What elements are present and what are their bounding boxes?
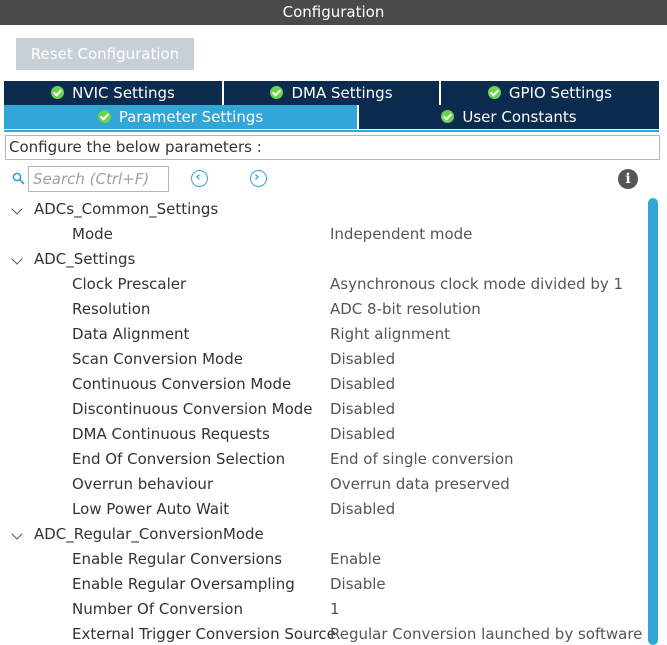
parameter-tree: ADCs_Common_Settings Mode Independent mo… xyxy=(0,197,645,645)
chevron-right-icon xyxy=(255,174,259,180)
param-row[interactable]: Mode Independent mode xyxy=(0,222,645,247)
search-icon xyxy=(12,172,25,185)
param-name: Discontinuous Conversion Mode xyxy=(72,400,313,418)
chevron-left-icon xyxy=(195,174,200,180)
param-row[interactable]: Scan Conversion Mode Disabled xyxy=(0,347,645,372)
param-row[interactable]: Low Power Auto Wait Disabled xyxy=(0,497,645,522)
search-input[interactable] xyxy=(28,166,169,192)
param-name: Enable Regular Oversampling xyxy=(72,575,295,593)
param-row[interactable]: Enable Regular Conversions Enable xyxy=(0,547,645,572)
tab-parameter-settings[interactable]: Parameter Settings xyxy=(4,105,359,129)
group-row[interactable]: ADC_Settings xyxy=(0,247,645,272)
check-icon xyxy=(270,86,284,99)
param-name: Resolution xyxy=(72,300,151,318)
param-row[interactable]: Overrun behaviour Overrun data preserved xyxy=(0,472,645,497)
param-value[interactable]: Disabled xyxy=(330,422,395,447)
tab-dma-settings[interactable]: DMA Settings xyxy=(224,81,441,105)
param-name: Enable Regular Conversions xyxy=(72,550,283,568)
param-row[interactable]: Discontinuous Conversion Mode Disabled xyxy=(0,397,645,422)
group-label: ADCs_Common_Settings xyxy=(34,200,219,218)
group-label: ADC_Regular_ConversionMode xyxy=(34,525,264,543)
configure-hint: Configure the below parameters : xyxy=(5,135,660,160)
param-row[interactable]: Data Alignment Right alignment xyxy=(0,322,645,347)
tab-label: NVIC Settings xyxy=(72,84,175,102)
param-value[interactable]: Disabled xyxy=(330,397,395,422)
tab-user-constants[interactable]: User Constants xyxy=(359,105,659,129)
tab-gpio-settings[interactable]: GPIO Settings xyxy=(441,81,659,105)
param-value[interactable]: Asynchronous clock mode divided by 1 xyxy=(330,272,623,297)
param-row[interactable]: Number Of Conversion 1 xyxy=(0,597,645,622)
param-name: Continuous Conversion Mode xyxy=(72,375,292,393)
param-name: Scan Conversion Mode xyxy=(72,350,243,368)
param-name: Data Alignment xyxy=(72,325,190,343)
param-value[interactable]: ADC 8-bit resolution xyxy=(330,297,481,322)
chevron-down-icon[interactable] xyxy=(11,253,23,265)
group-row[interactable]: ADC_Regular_ConversionMode xyxy=(0,522,645,547)
param-value[interactable]: Independent mode xyxy=(330,222,472,247)
param-name: Low Power Auto Wait xyxy=(72,500,230,518)
param-name: End Of Conversion Selection xyxy=(72,450,286,468)
param-row[interactable]: Clock Prescaler Asynchronous clock mode … xyxy=(0,272,645,297)
tab-label: DMA Settings xyxy=(291,84,393,102)
param-row[interactable]: External Trigger Conversion Source Regul… xyxy=(0,622,645,645)
param-value[interactable]: Right alignment xyxy=(330,322,450,347)
group-row[interactable]: ADCs_Common_Settings xyxy=(0,197,645,222)
tab-label: Parameter Settings xyxy=(118,108,264,126)
param-value[interactable]: 1 xyxy=(330,597,340,622)
check-icon xyxy=(487,86,501,99)
param-name: Mode xyxy=(72,225,113,243)
param-value[interactable]: Disabled xyxy=(330,347,395,372)
check-icon xyxy=(441,110,455,123)
search-next-button[interactable] xyxy=(250,170,267,187)
param-name: Overrun behaviour xyxy=(72,475,214,493)
tabs-divider xyxy=(4,130,659,132)
param-value[interactable]: Regular Conversion launched by software xyxy=(330,622,642,645)
check-icon xyxy=(97,110,111,123)
group-label: ADC_Settings xyxy=(34,250,136,268)
window-title: Configuration xyxy=(0,0,667,25)
param-name: Number Of Conversion xyxy=(72,600,243,618)
param-value[interactable]: Disabled xyxy=(330,372,395,397)
param-value[interactable]: End of single conversion xyxy=(330,447,514,472)
param-name: Clock Prescaler xyxy=(72,275,187,293)
scrollbar-thumb[interactable] xyxy=(648,198,658,645)
tab-label: User Constants xyxy=(462,108,577,126)
param-value[interactable]: Disabled xyxy=(330,497,395,522)
param-row[interactable]: End Of Conversion Selection End of singl… xyxy=(0,447,645,472)
chevron-down-icon[interactable] xyxy=(11,528,23,540)
param-value[interactable]: Enable xyxy=(330,547,381,572)
param-row[interactable]: Enable Regular Oversampling Disable xyxy=(0,572,645,597)
chevron-down-icon[interactable] xyxy=(11,203,23,215)
param-value[interactable]: Overrun data preserved xyxy=(330,472,510,497)
param-name: DMA Continuous Requests xyxy=(72,425,270,443)
param-row[interactable]: Continuous Conversion Mode Disabled xyxy=(0,372,645,397)
tab-label: GPIO Settings xyxy=(508,84,613,102)
param-value[interactable]: Disable xyxy=(330,572,386,597)
search-previous-button[interactable] xyxy=(191,170,208,187)
param-name: External Trigger Conversion Source xyxy=(72,625,336,643)
reset-configuration-button[interactable]: Reset Configuration xyxy=(16,38,194,70)
check-icon xyxy=(51,86,65,99)
param-row[interactable]: Resolution ADC 8-bit resolution xyxy=(0,297,645,322)
tab-nvic-settings[interactable]: NVIC Settings xyxy=(4,81,224,105)
info-icon[interactable]: i xyxy=(618,169,638,189)
param-row[interactable]: DMA Continuous Requests Disabled xyxy=(0,422,645,447)
